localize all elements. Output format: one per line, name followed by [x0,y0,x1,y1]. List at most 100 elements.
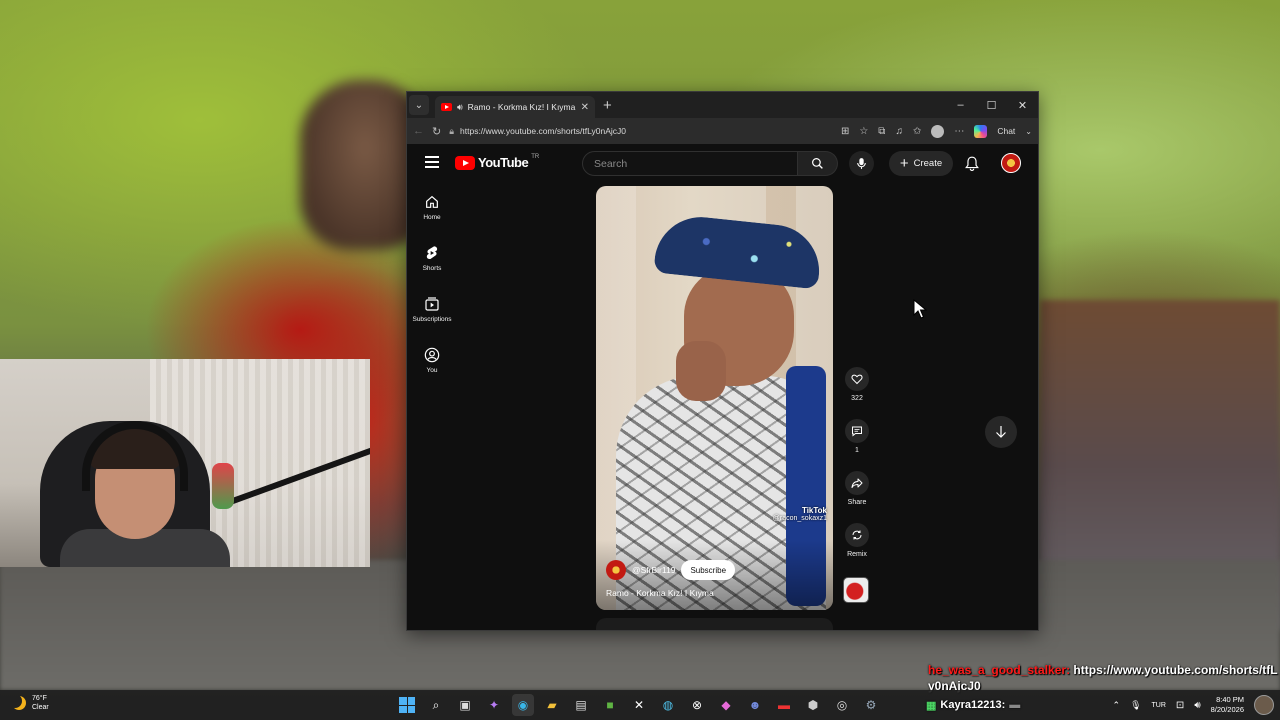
comment-icon[interactable] [845,419,869,443]
profile-avatar[interactable] [931,124,945,138]
site-info-icon[interactable]: 🔒︎ [449,126,454,137]
start-button[interactable] [396,694,418,716]
notification-avatar[interactable] [1254,695,1274,715]
channel-avatar[interactable] [606,560,626,580]
weather-condition: Clear [32,704,49,711]
tiktok-brand: TikTok [801,506,827,515]
close-window-button[interactable]: ✕ [1007,92,1038,118]
menu-icon[interactable] [425,156,439,168]
notifications-button[interactable] [963,154,981,172]
sidebar-item-home[interactable]: Home [407,182,457,233]
minecraft-icon[interactable]: ■ [599,694,621,716]
m365-icon[interactable]: ◆ [715,694,737,716]
sidebar-item-you[interactable]: You [407,335,457,386]
youtube-favicon-icon [441,103,452,111]
speaker-icon[interactable]: 🔊︎ [457,102,463,113]
favorites-icon[interactable]: ✩ [913,126,921,137]
next-short-button[interactable] [985,416,1017,448]
tab-actions-chevron-icon[interactable]: ⌄ [409,95,429,115]
channel-row: @SfrBir119 Subscribe [606,560,736,580]
discord-icon[interactable]: ☻ [744,694,766,716]
microphone-tray-icon[interactable]: 🎙︎ [1130,700,1141,711]
refresh-icon[interactable]: ↻ [432,125,441,138]
plus-icon: + [899,155,909,172]
copilot-taskbar-icon[interactable]: ✦ [483,694,505,716]
edge-browser-icon[interactable]: ◉ [512,694,534,716]
tab-close-icon[interactable]: ✕ [581,102,589,113]
weather-widget[interactable]: 76°F Clear [12,694,49,712]
tiktok-handle: @racon_sokaxz1 [772,515,827,522]
search-button[interactable] [798,151,838,176]
more-options-icon[interactable]: ⋯ [954,126,964,137]
maximize-button[interactable]: ☐ [976,92,1007,118]
new-tab-button[interactable]: + [603,98,612,113]
youtube-logo[interactable]: YouTube TR [455,153,540,170]
app-available-icon[interactable]: ⊞ [841,126,849,137]
copilot-chat-label[interactable]: Chat [997,126,1015,136]
share-action[interactable]: Share [843,471,871,523]
arrow-down-icon [996,426,1006,438]
remix-icon[interactable] [845,523,869,547]
like-icon[interactable] [845,367,869,391]
sidebar-item-shorts[interactable]: Shorts [407,233,457,284]
browser-tab[interactable]: 🔊︎ Ramo - Korkma Kız! I Kıyma ✕ [435,96,595,118]
microphone-icon [857,158,866,169]
copilot-icon[interactable] [974,124,988,138]
store-icon[interactable]: ▤ [570,694,592,716]
file-explorer-icon[interactable]: ▰ [541,694,563,716]
region-code: TR [531,153,540,160]
account-avatar[interactable] [1001,153,1021,173]
sidebar: Home Shorts Subscriptions You [407,182,457,386]
search-input[interactable]: Search [582,151,798,176]
globe-app-icon[interactable]: ◍ [657,694,679,716]
youtube-wordmark: YouTube [478,155,529,170]
weather-text: 76°F Clear [32,694,49,712]
video-person-hand [676,341,726,401]
search-taskbar-icon[interactable]: ⌕ [425,694,447,716]
url-field[interactable]: 🔒︎ https://www.youtube.com/shorts/tfLy0n… [449,121,800,141]
xbox-icon[interactable]: ⊗ [686,694,708,716]
comment-action[interactable]: 1 [843,419,871,471]
favorite-star-icon[interactable]: ☆ [859,126,868,137]
sidebar-item-label: Subscriptions [412,316,452,323]
short-video-player[interactable]: TikTok @racon_sokaxz1 @SfrBir119 Subscri… [596,186,833,610]
share-icon[interactable] [845,471,869,495]
remix-label: Remix [847,551,867,558]
stream-app-icon[interactable]: ▬ [773,694,795,716]
sidebar-item-subscriptions[interactable]: Subscriptions [407,284,457,335]
short-title[interactable]: Ramo - Korkma Kız! I Kıyma [606,588,714,598]
network-icon[interactable]: ⊡ [1176,700,1184,711]
mouse-cursor-icon [913,299,927,319]
next-short-preview [596,618,833,630]
extensions-icon[interactable]: ⧉ [878,126,885,137]
browser-window: ⌄ 🔊︎ Ramo - Korkma Kız! I Kıyma ✕ + – ☐ … [406,91,1039,631]
back-icon[interactable]: ← [413,125,424,137]
show-hidden-icons-icon[interactable]: ⌃ [1113,700,1121,711]
share-label: Share [847,499,867,506]
original-sound-thumbnail[interactable] [843,577,869,603]
create-label: Create [913,158,943,169]
subscribe-button[interactable]: Subscribe [681,560,736,580]
task-view-icon[interactable]: ▣ [454,694,476,716]
windows-logo-icon [399,697,415,713]
like-action[interactable]: 322 [843,367,871,419]
media-control-icon[interactable]: ♫ [895,126,903,137]
minimize-button[interactable]: – [945,92,976,118]
clock[interactable]: 8:40 PM 8/20/2026 [1211,695,1244,715]
language-indicator[interactable]: TUR [1152,702,1166,709]
channel-handle[interactable]: @SfrBir119 [632,565,675,575]
volume-icon[interactable]: 🔊︎ [1194,700,1200,711]
tiktok-watermark: TikTok @racon_sokaxz1 [773,506,827,522]
chevron-down-icon[interactable]: ⌄ [1025,127,1032,136]
steam-icon[interactable]: ⚙ [860,694,882,716]
create-button[interactable]: + Create [889,151,953,176]
clock-date: 8/20/2026 [1210,705,1244,714]
address-bar: ← ↻ 🔒︎ https://www.youtube.com/shorts/tf… [407,118,1038,144]
remix-action[interactable]: Remix [843,523,871,575]
voice-search-button[interactable] [849,151,874,176]
clock-time: 8:40 PM [1216,695,1244,704]
comment-count: 1 [855,447,859,454]
shield-app-icon[interactable]: ⬢ [802,694,824,716]
capcut-icon[interactable]: ✕ [628,694,650,716]
obs-icon[interactable]: ◎ [831,694,853,716]
